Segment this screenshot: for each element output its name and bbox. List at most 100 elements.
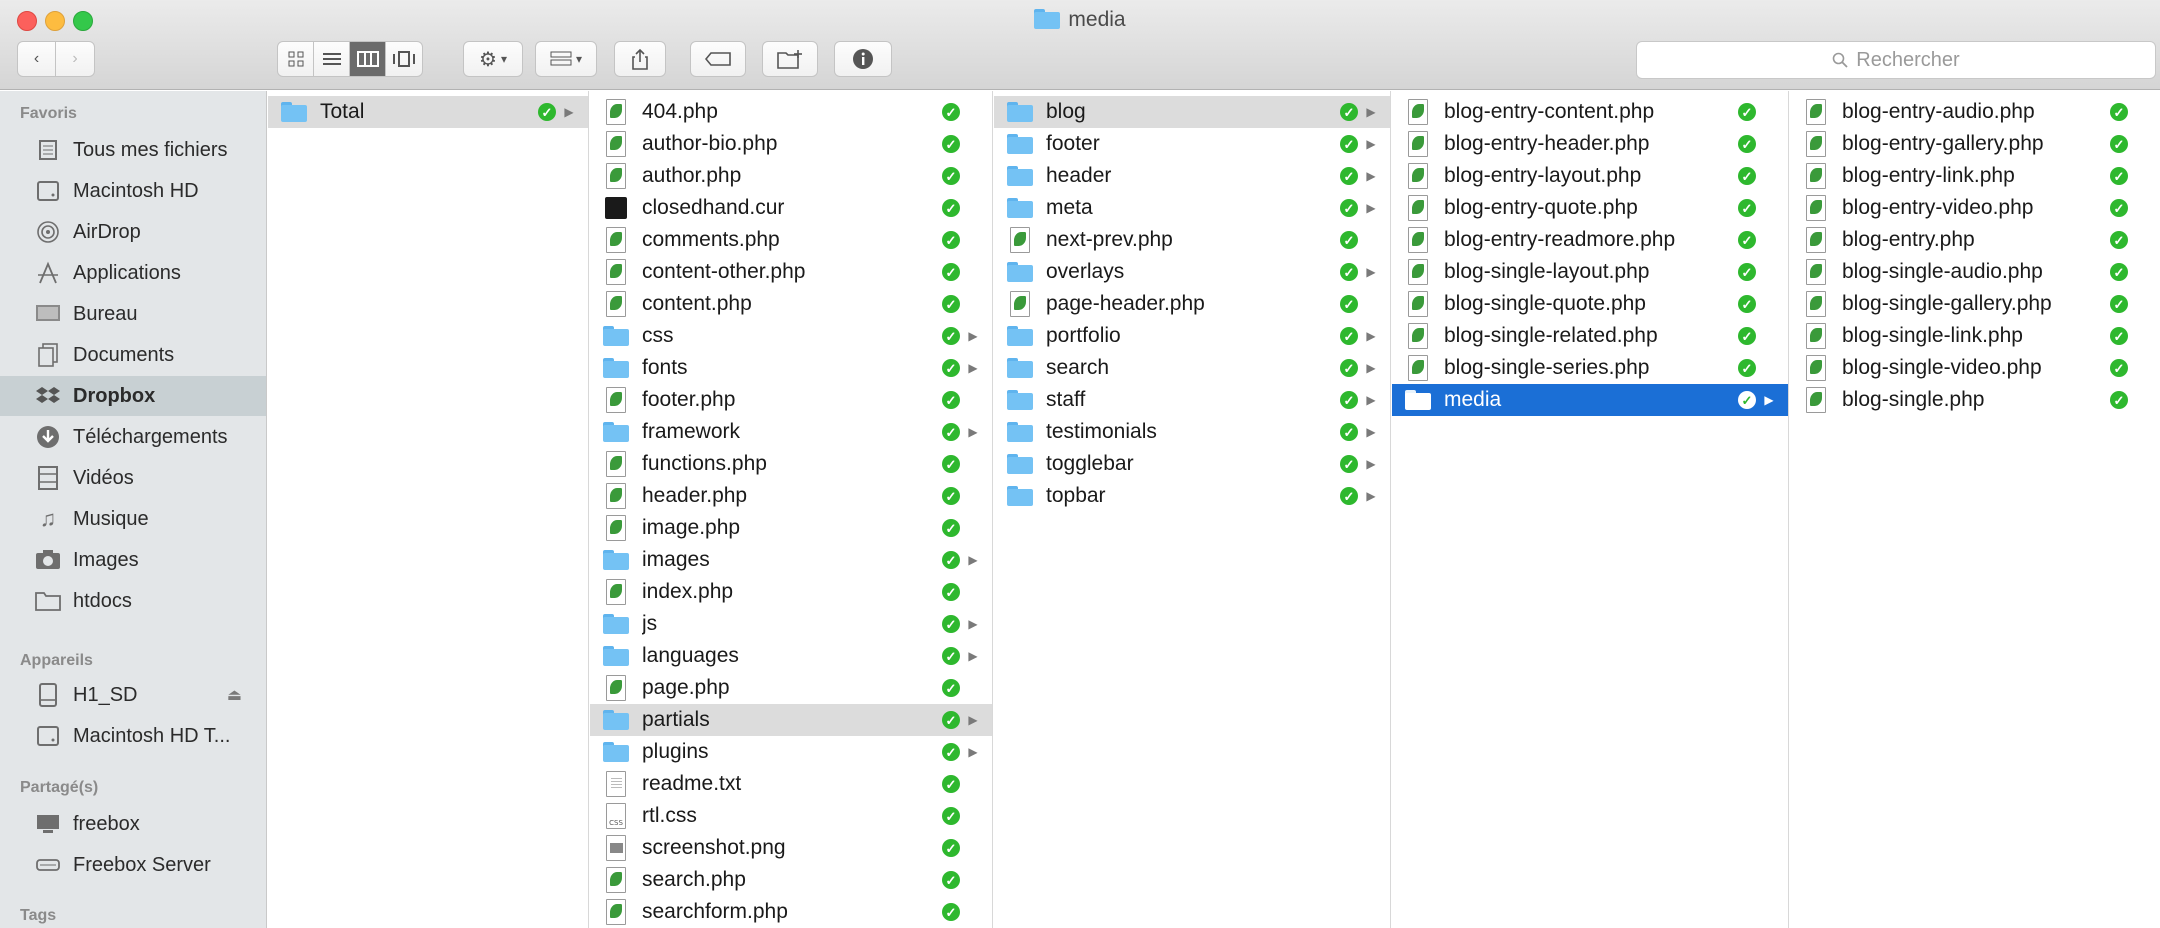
tags-header: Tags: [20, 907, 57, 924]
file-row[interactable]: search.php ✓: [590, 864, 992, 896]
folder-row[interactable]: testimonials ✓ ▶: [994, 416, 1390, 448]
file-row[interactable]: searchform.php ✓: [590, 896, 992, 928]
file-row[interactable]: blog-single-gallery.php ✓: [1790, 288, 2160, 320]
file-row[interactable]: page-header.php ✓: [994, 288, 1390, 320]
folder-row[interactable]: search ✓ ▶: [994, 352, 1390, 384]
folder-row[interactable]: Total ✓ ▶: [268, 96, 588, 128]
item-name: blog: [1046, 100, 1086, 123]
folder-row[interactable]: staff ✓ ▶: [994, 384, 1390, 416]
file-row[interactable]: image.php ✓: [590, 512, 992, 544]
folder-row[interactable]: fonts ✓ ▶: [590, 352, 992, 384]
arrange-menu-button[interactable]: ▾: [535, 41, 597, 77]
folder-row[interactable]: framework ✓ ▶: [590, 416, 992, 448]
file-row[interactable]: author-bio.php ✓: [590, 128, 992, 160]
file-row[interactable]: next-prev.php ✓: [994, 224, 1390, 256]
sidebar-item-h1-sd[interactable]: H1_SD ⏏: [0, 675, 266, 715]
sidebar-item-all-files[interactable]: Tous mes fichiers: [0, 130, 266, 170]
file-row[interactable]: blog-single-quote.php ✓: [1392, 288, 1788, 320]
item-name: blog-entry-gallery.php: [1842, 132, 2044, 155]
forward-button[interactable]: ›: [56, 42, 94, 76]
search-field[interactable]: Rechercher: [1636, 41, 2156, 79]
sidebar-item-musique[interactable]: ♫ Musique: [0, 499, 266, 539]
sidebar-item-htdocs[interactable]: htdocs: [0, 581, 266, 621]
file-row[interactable]: blog-entry.php ✓: [1790, 224, 2160, 256]
folder-row[interactable]: footer ✓ ▶: [994, 128, 1390, 160]
item-name: blog-entry-audio.php: [1842, 100, 2035, 123]
folder-row[interactable]: portfolio ✓ ▶: [994, 320, 1390, 352]
folder-row[interactable]: togglebar ✓ ▶: [994, 448, 1390, 480]
folder-row[interactable]: images ✓ ▶: [590, 544, 992, 576]
folder-row[interactable]: meta ✓ ▶: [994, 192, 1390, 224]
sidebar-item-applications[interactable]: Applications: [0, 253, 266, 293]
file-row[interactable]: blog-single-related.php ✓: [1392, 320, 1788, 352]
sidebar-item-videos[interactable]: Vidéos: [0, 458, 266, 498]
file-row[interactable]: blog-entry-video.php ✓: [1790, 192, 2160, 224]
action-menu-button[interactable]: ⚙ ▾: [463, 41, 523, 77]
sidebar-item-telechargements[interactable]: Téléchargements: [0, 417, 266, 457]
sidebar-item-dropbox[interactable]: Dropbox: [0, 376, 266, 416]
file-row[interactable]: blog-single-link.php ✓: [1790, 320, 2160, 352]
file-row[interactable]: blog-entry-layout.php ✓: [1392, 160, 1788, 192]
sync-status-icon: ✓: [2110, 167, 2128, 185]
sidebar-item-bureau[interactable]: Bureau: [0, 294, 266, 334]
folder-row[interactable]: overlays ✓ ▶: [994, 256, 1390, 288]
file-row[interactable]: blog-single-video.php ✓: [1790, 352, 2160, 384]
file-row[interactable]: footer.php ✓: [590, 384, 992, 416]
folder-row[interactable]: plugins ✓ ▶: [590, 736, 992, 768]
file-row[interactable]: index.php ✓: [590, 576, 992, 608]
file-row[interactable]: content-other.php ✓: [590, 256, 992, 288]
file-row[interactable]: blog-single-series.php ✓: [1392, 352, 1788, 384]
file-row[interactable]: comments.php ✓: [590, 224, 992, 256]
file-row[interactable]: page.php ✓: [590, 672, 992, 704]
tags-button[interactable]: [690, 41, 746, 77]
sidebar-item-airdrop[interactable]: AirDrop: [0, 212, 266, 252]
file-row[interactable]: screenshot.png ✓: [590, 832, 992, 864]
folder-row[interactable]: media ✓ ▶: [1392, 384, 1788, 416]
file-row[interactable]: 404.php ✓: [590, 96, 992, 128]
item-name: readme.txt: [642, 772, 742, 795]
sidebar-item-macintosh-hd[interactable]: Macintosh HD: [0, 171, 266, 211]
share-button[interactable]: [614, 41, 666, 77]
file-row[interactable]: blog-entry-audio.php ✓: [1790, 96, 2160, 128]
file-row[interactable]: readme.txt ✓: [590, 768, 992, 800]
file-row[interactable]: rtl.css ✓: [590, 800, 992, 832]
sidebar-item-freebox[interactable]: freebox: [0, 804, 266, 844]
folder-row[interactable]: blog ✓ ▶: [994, 96, 1390, 128]
file-row[interactable]: blog-entry-readmore.php ✓: [1392, 224, 1788, 256]
eject-icon[interactable]: ⏏: [227, 685, 242, 705]
icon-view-button[interactable]: [278, 42, 314, 76]
file-row[interactable]: functions.php ✓: [590, 448, 992, 480]
back-button[interactable]: ‹: [18, 42, 56, 76]
get-info-button[interactable]: [834, 41, 892, 77]
file-row[interactable]: blog-entry-link.php ✓: [1790, 160, 2160, 192]
folder-row[interactable]: languages ✓ ▶: [590, 640, 992, 672]
file-row[interactable]: blog-entry-quote.php ✓: [1392, 192, 1788, 224]
file-row[interactable]: blog-single-layout.php ✓: [1392, 256, 1788, 288]
file-row[interactable]: blog-entry-header.php ✓: [1392, 128, 1788, 160]
column-view-button[interactable]: [350, 42, 386, 76]
file-row[interactable]: content.php ✓: [590, 288, 992, 320]
file-row[interactable]: blog-single.php ✓: [1790, 384, 2160, 416]
folder-row[interactable]: css ✓ ▶: [590, 320, 992, 352]
cover-flow-view-button[interactable]: [386, 42, 422, 76]
new-folder-button[interactable]: [762, 41, 818, 77]
sidebar-item-documents[interactable]: Documents: [0, 335, 266, 375]
folder-row[interactable]: topbar ✓ ▶: [994, 480, 1390, 512]
file-row[interactable]: blog-entry-gallery.php ✓: [1790, 128, 2160, 160]
sidebar-item-macintosh-hd-t[interactable]: Macintosh HD T...: [0, 716, 266, 756]
list-view-button[interactable]: [314, 42, 350, 76]
file-row[interactable]: closedhand.cur ✓: [590, 192, 992, 224]
sidebar-item-label: Téléchargements: [73, 425, 228, 448]
file-row[interactable]: header.php ✓: [590, 480, 992, 512]
downloads-icon: [33, 424, 63, 450]
file-row[interactable]: blog-entry-content.php ✓: [1392, 96, 1788, 128]
file-row[interactable]: blog-single-audio.php ✓: [1790, 256, 2160, 288]
sidebar-item-freebox-server[interactable]: Freebox Server: [0, 845, 266, 885]
sync-status-icon: ✓: [2110, 103, 2128, 121]
folder-row[interactable]: partials ✓ ▶: [590, 704, 992, 736]
file-row[interactable]: author.php ✓: [590, 160, 992, 192]
folder-row[interactable]: header ✓ ▶: [994, 160, 1390, 192]
sidebar-item-images[interactable]: Images: [0, 540, 266, 580]
php-file-icon: [602, 578, 630, 606]
folder-row[interactable]: js ✓ ▶: [590, 608, 992, 640]
